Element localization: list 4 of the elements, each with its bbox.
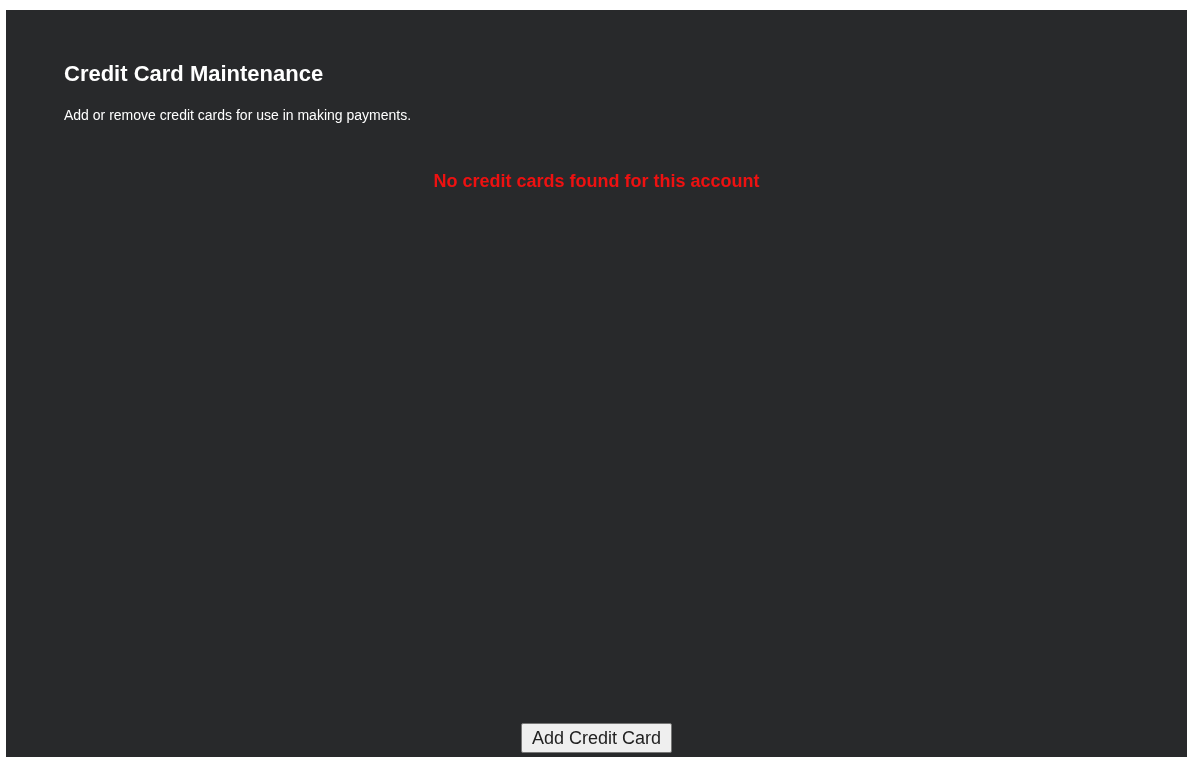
add-card-button[interactable]: Add Credit Card <box>520 723 673 753</box>
page-description: Add or remove credit cards for use in making payments. <box>64 106 413 124</box>
empty-message: No credit cards found for this account <box>432 170 761 192</box>
page-title: Credit Card Maintenance <box>64 60 325 88</box>
